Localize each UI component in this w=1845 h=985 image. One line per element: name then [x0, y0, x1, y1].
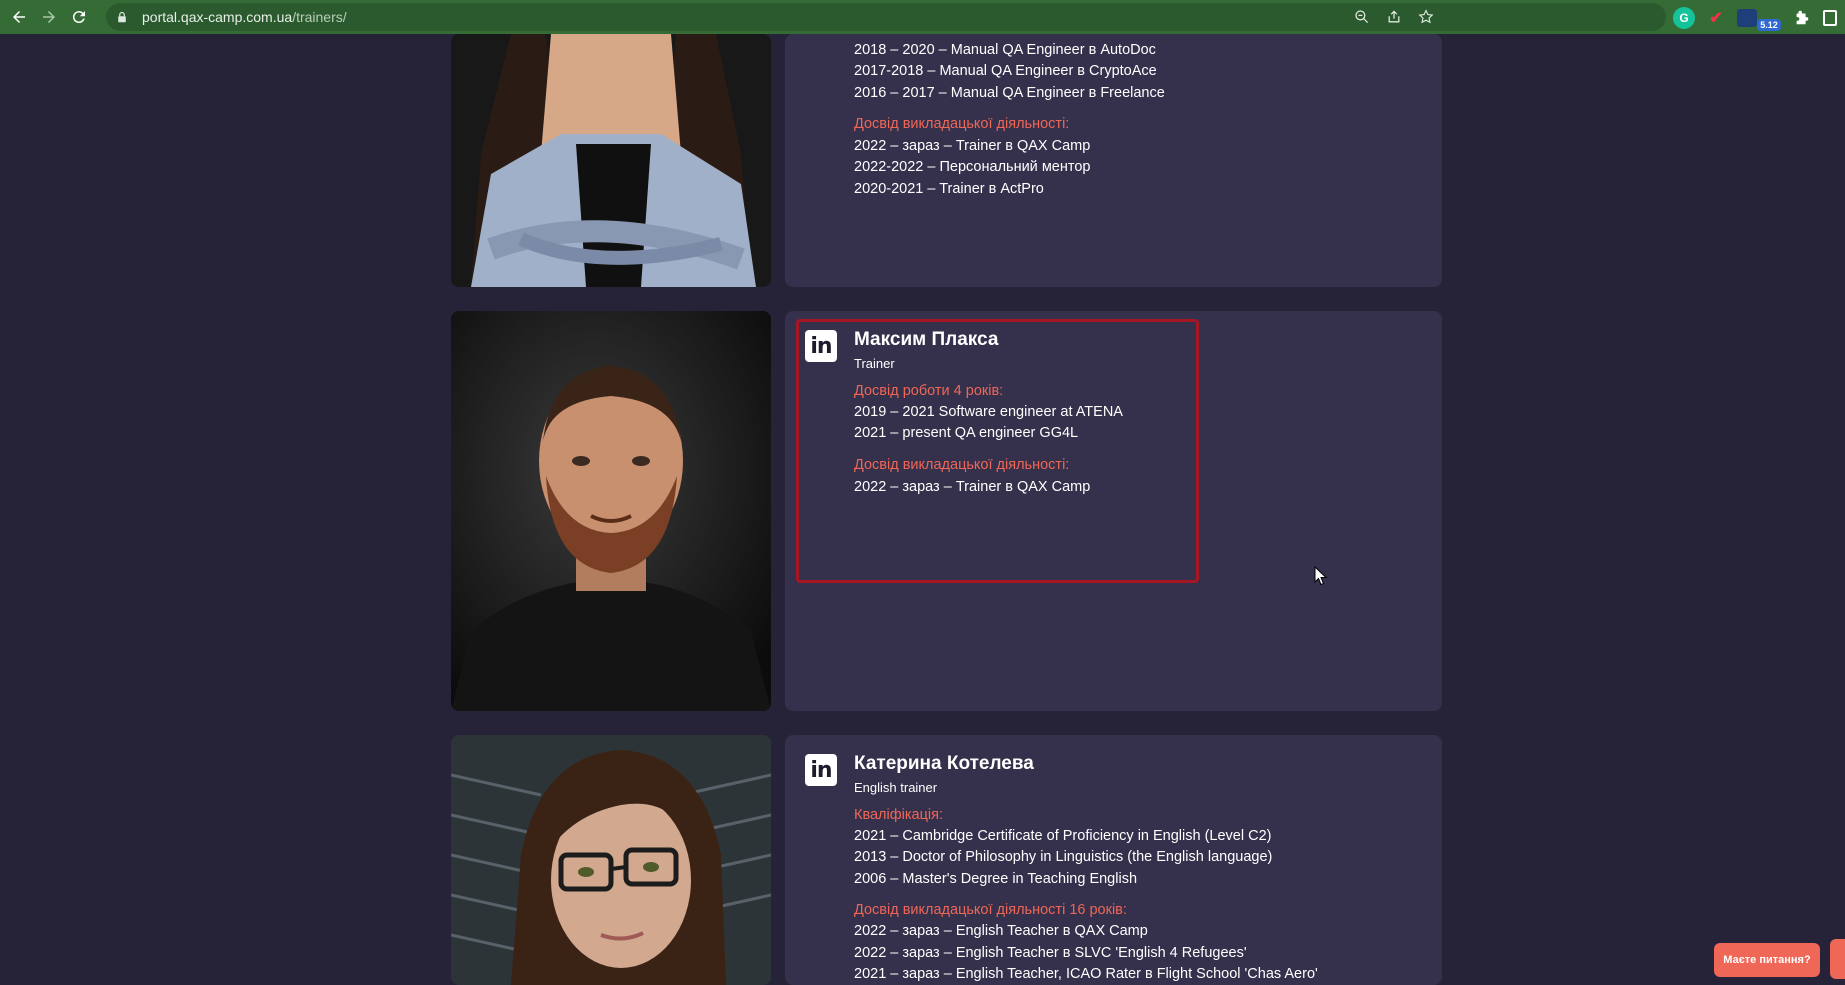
trainer-2-portrait — [451, 311, 771, 711]
teaching-line: 2022 – зараз – English Teacher в QAX Cam… — [854, 923, 1148, 939]
trainer-role: English trainer — [854, 780, 938, 795]
trainer-name: Катерина Котелева — [854, 753, 1034, 774]
chat-widget-tab[interactable] — [1830, 939, 1845, 979]
chat-question-button[interactable]: Маєте питання? — [1714, 943, 1820, 977]
teaching-line: 2022 – зараз – Trainer в QAX Camp — [854, 138, 1091, 154]
selection-highlight-box — [796, 319, 1199, 583]
qualification-line: 2021 – Cambridge Certificate of Proficie… — [854, 828, 1272, 844]
extension-icon[interactable] — [1737, 9, 1757, 27]
qualification-line: 2006 – Master's Degree in Teaching Engli… — [854, 871, 1138, 887]
trainers-page: 2018 – 2020 – Manual QA Engineer в AutoD… — [0, 34, 1845, 985]
experience-line: 2018 – 2020 – Manual QA Engineer в AutoD… — [854, 42, 1156, 58]
arrow-left-icon — [13, 11, 25, 23]
extension-badge: 5.12 — [1757, 19, 1781, 31]
url-host: portal.qax-camp.com.ua — [142, 9, 293, 25]
arrow-right-icon — [43, 11, 55, 23]
address-bar[interactable]: portal.qax-camp.com.ua/trainers/ — [106, 3, 1666, 31]
lock-icon — [116, 10, 130, 24]
reload-icon — [72, 11, 85, 24]
mouse-cursor-icon — [1314, 566, 1328, 586]
trainer-3-portrait — [451, 735, 771, 985]
teaching-title: Досвід викладацької діяльності 16 років: — [854, 902, 1127, 918]
teaching-line: 2022-2022 – Персональний ментор — [854, 159, 1091, 175]
trainer-photo-3 — [451, 735, 771, 985]
share-icon[interactable] — [1384, 7, 1404, 27]
experience-line: 2017-2018 – Manual QA Engineer в CryptoA… — [854, 63, 1157, 79]
linkedin-icon[interactable]: in — [805, 754, 837, 786]
trainer-card-3: in Катерина Котелева English trainer Ква… — [785, 735, 1442, 985]
browser-toolbar: portal.qax-camp.com.ua/trainers/ G ✔ 5.1… — [0, 0, 1845, 34]
zoom-icon[interactable] — [1352, 7, 1372, 27]
back-button[interactable] — [6, 4, 32, 30]
trainer-card-1: 2018 – 2020 – Manual QA Engineer в AutoD… — [785, 34, 1442, 287]
reload-button[interactable] — [66, 4, 92, 30]
teaching-line: 2020-2021 – Trainer в ActPro — [854, 181, 1044, 197]
qualification-title: Кваліфікація: — [854, 807, 944, 823]
url-path: /trainers/ — [292, 9, 347, 25]
qualification-line: 2013 – Doctor of Philosophy in Linguisti… — [854, 849, 1273, 865]
grammarly-extension-icon[interactable]: G — [1673, 7, 1695, 29]
forward-button[interactable] — [36, 4, 62, 30]
trainer-1-portrait — [451, 34, 771, 287]
teaching-line: 2022 – зараз – English Teacher в SLVC 'E… — [854, 945, 1247, 961]
teaching-title: Досвід викладацької діяльності: — [854, 116, 1070, 132]
puzzle-extensions-icon[interactable] — [1791, 7, 1813, 29]
experience-line: 2016 – 2017 – Manual QA Engineer в Freel… — [854, 85, 1165, 101]
trainer-photo-1 — [451, 34, 771, 287]
trainer-photo-2 — [451, 311, 771, 711]
checkmark-extension-icon[interactable]: ✔ — [1705, 7, 1727, 29]
url-text: portal.qax-camp.com.ua/trainers/ — [142, 9, 347, 25]
side-panel-icon[interactable] — [1823, 10, 1837, 26]
bookmark-star-icon[interactable] — [1416, 7, 1436, 27]
teaching-line: 2021 – зараз – English Teacher, ICAO Rat… — [854, 966, 1318, 982]
